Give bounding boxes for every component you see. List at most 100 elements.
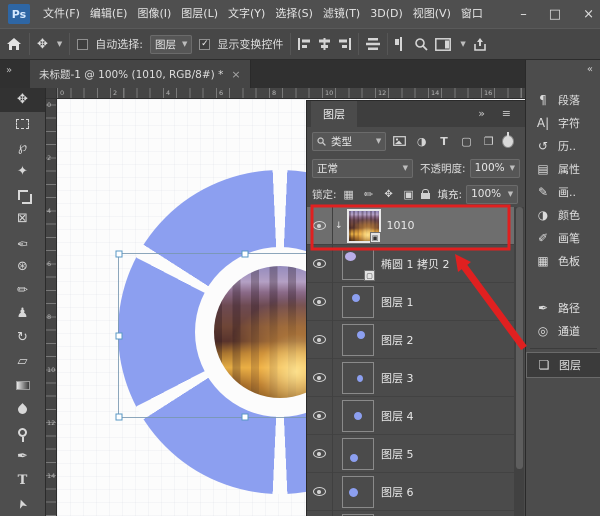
crop-tool[interactable] xyxy=(0,183,45,207)
layer-row-2[interactable]: 图层 2 xyxy=(307,321,514,359)
quick-selection-tool[interactable]: ✦ xyxy=(0,159,45,183)
brush-tool[interactable]: ✏ xyxy=(0,278,45,302)
layer-row-partial[interactable] xyxy=(307,511,514,516)
frame-tool[interactable]: ⊠ xyxy=(0,207,45,231)
transform-handle[interactable] xyxy=(242,251,249,258)
panel-tab-channels[interactable]: ◎通道 xyxy=(526,319,600,342)
visibility-eye-icon[interactable] xyxy=(313,221,326,230)
distribute-icon[interactable] xyxy=(366,38,380,50)
layer-name[interactable]: 椭圆 1 拷贝 2 xyxy=(381,256,450,272)
blur-tool[interactable] xyxy=(0,397,45,421)
adjustment-filter-icon[interactable]: ◑ xyxy=(413,132,431,150)
visibility-eye-icon[interactable] xyxy=(313,487,326,496)
layer-row-3[interactable]: 图层 3 xyxy=(307,359,514,397)
menu-window[interactable]: 窗口 xyxy=(456,0,488,28)
move-tool[interactable]: ✥ xyxy=(0,88,45,112)
layer-thumbnail[interactable]: ▢ xyxy=(343,249,373,279)
menu-3d[interactable]: 3D(D) xyxy=(365,0,408,28)
eraser-tool[interactable]: ▱ xyxy=(0,350,45,374)
lock-paint-icon[interactable]: ✏ xyxy=(361,185,377,203)
transform-handle[interactable] xyxy=(242,414,249,421)
visibility-eye-icon[interactable] xyxy=(313,297,326,306)
visibility-eye-icon[interactable] xyxy=(313,449,326,458)
lock-artboard-icon[interactable]: ▣ xyxy=(401,185,417,203)
layers-panel-tab[interactable]: 图层 xyxy=(311,101,357,127)
layer-row-5[interactable]: 图层 5 xyxy=(307,435,514,473)
eyedropper-tool[interactable]: ✑ xyxy=(0,231,45,255)
menu-view[interactable]: 视图(V) xyxy=(408,0,456,28)
layer-name[interactable]: 图层 3 xyxy=(381,370,414,386)
layers-scrollbar[interactable] xyxy=(514,207,524,516)
smart-object-filter-icon[interactable]: ❐ xyxy=(480,132,498,150)
lock-all-icon[interactable] xyxy=(421,193,430,199)
path-selection-tool[interactable]: ➤ xyxy=(0,492,45,516)
maximize-icon[interactable]: □ xyxy=(549,7,561,22)
show-transform-checkbox[interactable]: ✓ xyxy=(199,39,210,50)
panel-menu-icon[interactable]: ≡ xyxy=(502,107,511,120)
healing-brush-tool[interactable]: ⊛ xyxy=(0,254,45,278)
menu-file[interactable]: 文件(F) xyxy=(38,0,85,28)
lock-move-icon[interactable]: ✥ xyxy=(381,185,397,203)
layer-row-ellipse-copy[interactable]: ▢ 椭圆 1 拷贝 2 xyxy=(307,245,514,283)
auto-select-checkbox[interactable] xyxy=(77,39,88,50)
layer-thumbnail[interactable] xyxy=(343,363,373,393)
menu-filter[interactable]: 滤镜(T) xyxy=(318,0,365,28)
layer-name[interactable]: 图层 1 xyxy=(381,294,414,310)
document-tab[interactable]: 未标题-1 @ 100% (1010, RGB/8#) * × xyxy=(30,60,251,88)
layer-name[interactable]: 图层 4 xyxy=(381,408,414,424)
layer-name[interactable]: 图层 2 xyxy=(381,332,414,348)
auto-select-target-dropdown[interactable]: 图层▼ xyxy=(150,35,192,54)
layer-thumbnail[interactable] xyxy=(343,477,373,507)
panel-tab-color[interactable]: ◑颜色 xyxy=(526,203,600,226)
chevron-down-icon[interactable]: ▼ xyxy=(460,40,465,48)
menu-type[interactable]: 文字(Y) xyxy=(223,0,270,28)
layer-thumbnail[interactable] xyxy=(343,439,373,469)
visibility-eye-icon[interactable] xyxy=(313,335,326,344)
search-icon[interactable] xyxy=(414,37,428,51)
snap-guides-icon[interactable] xyxy=(395,37,407,51)
scrollbar-thumb[interactable] xyxy=(516,207,523,469)
layer-row-6[interactable]: 图层 6 xyxy=(307,473,514,511)
layer-filter-dropdown[interactable]: 类型▼ xyxy=(312,132,386,151)
workspace-icon[interactable] xyxy=(435,38,451,51)
align-center-icon[interactable] xyxy=(318,38,331,50)
close-icon[interactable]: × xyxy=(583,7,594,22)
close-tab-icon[interactable]: × xyxy=(231,68,240,81)
clone-stamp-tool[interactable]: ♟ xyxy=(0,302,45,326)
visibility-eye-icon[interactable] xyxy=(313,259,326,268)
gradient-tool[interactable] xyxy=(0,373,45,397)
lock-transparency-icon[interactable]: ▦ xyxy=(341,185,357,203)
pen-tool[interactable]: ✒ xyxy=(0,445,45,469)
transform-handle[interactable] xyxy=(116,332,123,339)
chevron-down-icon[interactable]: ▼ xyxy=(57,40,62,48)
visibility-eye-icon[interactable] xyxy=(313,373,326,382)
opacity-value[interactable]: 100%▼ xyxy=(470,159,520,178)
layer-name[interactable]: 图层 6 xyxy=(381,484,414,500)
panel-tab-swatches[interactable]: ▦色板 xyxy=(526,249,600,272)
panel-collapse-icon[interactable]: » xyxy=(478,107,485,120)
menu-image[interactable]: 图像(I) xyxy=(132,0,176,28)
panel-tab-brushes[interactable]: ✐画笔 xyxy=(526,226,600,249)
visibility-eye-icon[interactable] xyxy=(313,411,326,420)
layer-thumbnail[interactable] xyxy=(343,401,373,431)
panel-tab-history[interactable]: ↺历.. xyxy=(526,134,600,157)
history-brush-tool[interactable]: ↻ xyxy=(0,326,45,350)
menu-layer[interactable]: 图层(L) xyxy=(176,0,223,28)
panel-tab-layers[interactable]: ❏图层 xyxy=(526,352,600,378)
layer-name[interactable]: 图层 5 xyxy=(381,446,414,462)
toolbar-expand-icon[interactable]: » xyxy=(6,65,11,76)
panel-tab-paths[interactable]: ✒路径 xyxy=(526,296,600,319)
transform-handle[interactable] xyxy=(116,251,123,258)
type-filter-icon[interactable]: T xyxy=(435,132,453,150)
dodge-tool[interactable] xyxy=(0,421,45,445)
home-icon[interactable] xyxy=(6,37,22,51)
panel-tab-properties[interactable]: ▤属性 xyxy=(526,157,600,180)
layer-name[interactable]: 1010 xyxy=(387,219,415,232)
layer-row-1[interactable]: 图层 1 xyxy=(307,283,514,321)
align-left-icon[interactable] xyxy=(298,38,311,50)
marquee-tool[interactable] xyxy=(0,112,45,136)
lasso-tool[interactable]: ℘ xyxy=(0,136,45,160)
menu-select[interactable]: 选择(S) xyxy=(270,0,318,28)
panel-tab-paragraph[interactable]: ¶段落 xyxy=(526,88,600,111)
shape-filter-icon[interactable]: ▢ xyxy=(457,132,475,150)
